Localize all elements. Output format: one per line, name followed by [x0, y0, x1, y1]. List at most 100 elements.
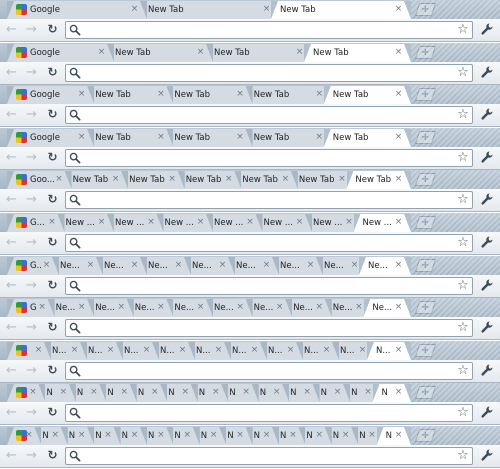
close-icon[interactable]: × — [394, 90, 403, 99]
new-tab-button[interactable]: + — [414, 88, 437, 101]
close-icon[interactable]: × — [130, 431, 139, 440]
close-icon[interactable]: × — [295, 48, 304, 57]
close-icon[interactable]: × — [214, 346, 223, 355]
bookmark-star-icon[interactable]: ☆ — [456, 235, 470, 251]
close-icon[interactable]: × — [130, 5, 139, 14]
close-icon[interactable]: × — [286, 346, 295, 355]
tab[interactable]: New ... × — [254, 214, 312, 232]
close-icon[interactable]: × — [196, 303, 205, 312]
close-icon[interactable]: × — [281, 175, 290, 184]
tab[interactable]: G × — [7, 299, 55, 317]
close-icon[interactable]: × — [209, 431, 218, 440]
close-icon[interactable]: × — [272, 388, 281, 397]
back-button[interactable]: ← — [4, 448, 19, 463]
tab-active[interactable]: N × — [376, 427, 411, 445]
bookmark-star-icon[interactable]: ☆ — [456, 405, 470, 421]
tab-active[interactable]: New Tab × — [304, 44, 411, 62]
back-button[interactable]: ← — [4, 107, 19, 122]
close-icon[interactable]: × — [178, 346, 187, 355]
back-button[interactable]: ← — [4, 235, 19, 250]
close-icon[interactable]: × — [156, 133, 165, 142]
address-bar[interactable]: ☆ — [65, 191, 473, 209]
wrench-icon[interactable] — [480, 405, 495, 420]
address-bar[interactable]: ☆ — [65, 447, 473, 465]
close-icon[interactable]: × — [315, 303, 324, 312]
new-tab-button[interactable]: + — [414, 259, 437, 272]
close-icon[interactable]: × — [59, 388, 68, 397]
bookmark-star-icon[interactable]: ☆ — [456, 65, 470, 81]
close-icon[interactable]: × — [70, 346, 79, 355]
wrench-icon[interactable] — [480, 192, 495, 207]
close-icon[interactable]: × — [156, 431, 165, 440]
back-button[interactable]: ← — [4, 192, 19, 207]
reload-button[interactable]: ↻ — [45, 363, 60, 378]
forward-button[interactable]: → — [24, 448, 39, 463]
address-bar[interactable]: ☆ — [65, 277, 473, 295]
address-bar[interactable]: ☆ — [65, 404, 473, 422]
tab[interactable]: Google × — [7, 86, 95, 104]
back-button[interactable]: ← — [4, 278, 19, 293]
close-icon[interactable]: × — [368, 431, 377, 440]
tab[interactable]: New Tab × — [165, 129, 253, 147]
bookmark-star-icon[interactable]: ☆ — [456, 320, 470, 336]
address-bar[interactable]: ☆ — [65, 149, 473, 167]
forward-button[interactable]: → — [24, 107, 39, 122]
new-tab-button[interactable]: + — [414, 344, 437, 357]
close-icon[interactable]: × — [394, 388, 403, 397]
close-icon[interactable]: × — [150, 388, 159, 397]
tab-active[interactable]: New Tab × — [271, 1, 411, 19]
close-icon[interactable]: × — [147, 218, 156, 227]
tab[interactable]: New Tab × — [244, 129, 332, 147]
close-icon[interactable]: × — [315, 90, 324, 99]
close-icon[interactable]: × — [236, 90, 245, 99]
close-icon[interactable]: × — [120, 388, 129, 397]
close-icon[interactable]: × — [236, 431, 245, 440]
tab[interactable]: New Tab × — [165, 86, 253, 104]
new-tab-button[interactable]: + — [414, 131, 437, 144]
tab[interactable]: New ... × — [106, 214, 164, 232]
close-icon[interactable]: × — [333, 388, 342, 397]
reload-button[interactable]: ↻ — [45, 278, 60, 293]
close-icon[interactable]: × — [394, 175, 403, 184]
wrench-icon[interactable] — [480, 107, 495, 122]
close-icon[interactable]: × — [295, 218, 304, 227]
forward-button[interactable]: → — [24, 235, 39, 250]
close-icon[interactable]: × — [156, 303, 165, 312]
forward-button[interactable]: → — [24, 65, 39, 80]
tab-active[interactable]: Ne... × — [359, 257, 411, 275]
new-tab-button[interactable]: + — [414, 3, 437, 16]
close-icon[interactable]: × — [250, 346, 259, 355]
wrench-icon[interactable] — [480, 235, 495, 250]
wrench-icon[interactable] — [480, 22, 495, 37]
address-bar[interactable]: ☆ — [65, 64, 473, 82]
reload-button[interactable]: ↻ — [45, 150, 60, 165]
close-icon[interactable]: × — [156, 90, 165, 99]
tab[interactable]: Goo... × — [7, 171, 72, 189]
close-icon[interactable]: × — [350, 261, 359, 270]
close-icon[interactable]: × — [345, 218, 354, 227]
wrench-icon[interactable] — [480, 150, 495, 165]
close-icon[interactable]: × — [24, 431, 33, 440]
tab[interactable]: New Tab × — [63, 171, 129, 189]
close-icon[interactable]: × — [358, 346, 367, 355]
reload-button[interactable]: ↻ — [45, 320, 60, 335]
reload-button[interactable]: ↻ — [45, 405, 60, 420]
tab[interactable]: New ... × — [205, 214, 263, 232]
close-icon[interactable]: × — [262, 261, 271, 270]
back-button[interactable]: ← — [4, 363, 19, 378]
close-icon[interactable]: × — [174, 261, 183, 270]
new-tab-button[interactable]: + — [414, 386, 437, 399]
address-bar[interactable]: ☆ — [65, 106, 473, 124]
forward-button[interactable]: → — [24, 22, 39, 37]
address-bar[interactable]: ☆ — [65, 362, 473, 380]
bookmark-star-icon[interactable]: ☆ — [456, 22, 470, 38]
close-icon[interactable]: × — [394, 303, 403, 312]
reload-button[interactable]: ↻ — [45, 107, 60, 122]
bookmark-star-icon[interactable]: ☆ — [456, 448, 470, 464]
tab-active[interactable]: New ... × — [353, 214, 411, 232]
wrench-icon[interactable] — [480, 363, 495, 378]
wrench-icon[interactable] — [480, 320, 495, 335]
tab[interactable]: × — [7, 384, 46, 402]
forward-button[interactable]: → — [24, 150, 39, 165]
close-icon[interactable]: × — [218, 261, 227, 270]
